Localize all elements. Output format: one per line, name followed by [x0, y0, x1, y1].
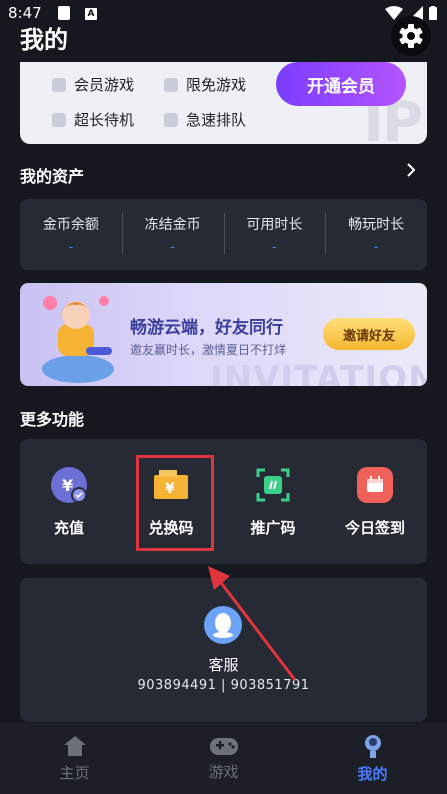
a-badge-icon: A — [85, 8, 97, 20]
scan-icon — [255, 467, 291, 503]
nav-me-label: 我的 — [357, 765, 388, 783]
asset-value: - — [170, 240, 175, 255]
vip-feature: 会员游戏 — [52, 74, 134, 95]
asset-item[interactable]: 金币余额 - — [20, 199, 122, 270]
asset-item[interactable]: 冻结金币 - — [121, 199, 224, 270]
vip-feature-label: 超长待机 — [74, 111, 135, 129]
calendar-icon — [357, 467, 393, 503]
asset-label: 畅玩时长 — [348, 217, 405, 233]
banner-watermark: INVITATION — [210, 359, 427, 386]
asset-label: 可用时长 — [246, 217, 303, 233]
nav-games[interactable]: 游戏 — [149, 723, 298, 794]
nav-home[interactable]: 主页 — [0, 723, 149, 794]
recharge-button[interactable]: ¥ 充值 — [24, 467, 114, 538]
invite-friends-button[interactable]: 邀请好友 — [323, 318, 415, 350]
free-icon — [164, 77, 178, 92]
invite-banner[interactable]: INVITATION 畅游云端，好友同行 邀友赢时长，激情夏日不打烊 邀请好友 — [20, 283, 427, 386]
asset-label: 冻结金币 — [144, 217, 201, 233]
character-illustration — [42, 296, 114, 383]
standby-icon — [52, 112, 66, 127]
vip-feature-label: 限免游戏 — [186, 76, 247, 94]
daily-checkin-button[interactable]: 今日签到 — [330, 467, 420, 538]
highlight-box — [136, 455, 214, 551]
more-functions-panel: ¥ 充值 ¥ 兑换码 推广码 今日签到 — [20, 439, 427, 564]
recharge-label: 充值 — [53, 519, 84, 537]
nav-me[interactable]: 我的 — [298, 723, 447, 794]
daily-checkin-label: 今日签到 — [344, 519, 405, 537]
nav-home-label: 主页 — [59, 764, 90, 782]
asset-value: - — [373, 240, 379, 255]
recharge-icon: ¥ — [51, 467, 87, 503]
banner-subtitle: 邀友赢时长，激情夏日不打烊 — [130, 343, 287, 357]
asset-value: - — [68, 240, 74, 255]
page-title: 我的 — [20, 26, 68, 54]
asset-label: 金币余额 — [42, 217, 99, 233]
gear-icon — [399, 24, 423, 48]
vip-feature-label: 会员游戏 — [74, 76, 135, 94]
promo-code-button[interactable]: 推广码 — [228, 467, 318, 538]
battery-icon — [429, 6, 437, 20]
gamepad-icon — [209, 738, 238, 755]
gamepad-icon — [52, 77, 66, 92]
more-functions-title: 更多功能 — [20, 410, 85, 429]
vip-card: IP 会员游戏 限免游戏 超长待机 急速排队 开通会员 — [20, 62, 427, 144]
bottom-nav: 主页 游戏 我的 — [0, 723, 447, 794]
asset-item[interactable]: 可用时长 - — [223, 199, 326, 270]
vip-feature: 超长待机 — [52, 109, 134, 130]
home-icon — [63, 736, 86, 756]
profile-icon — [364, 735, 381, 758]
svg-text:¥: ¥ — [62, 476, 73, 495]
vip-feature: 急速排队 — [164, 109, 246, 130]
banner-title: 畅游云端，好友同行 — [130, 318, 283, 338]
settings-button[interactable] — [391, 16, 431, 56]
promo-code-label: 推广码 — [250, 519, 296, 537]
assets-more-button[interactable] — [405, 160, 417, 184]
vip-feature: 限免游戏 — [164, 74, 246, 95]
annotation-arrow-icon — [208, 566, 297, 681]
vip-feature-label: 急速排队 — [186, 111, 247, 129]
asset-item[interactable]: 畅玩时长 - — [325, 199, 427, 270]
hd-icon — [164, 112, 178, 127]
notification-icon — [58, 6, 70, 20]
asset-value: - — [272, 240, 277, 255]
nav-games-label: 游戏 — [208, 763, 239, 781]
open-vip-button[interactable]: 开通会员 — [276, 62, 406, 106]
assets-title: 我的资产 — [20, 167, 85, 186]
chevron-right-icon — [407, 163, 416, 177]
assets-panel: 金币余额 - 冻结金币 - 可用时长 - 畅玩时长 - — [20, 199, 427, 270]
